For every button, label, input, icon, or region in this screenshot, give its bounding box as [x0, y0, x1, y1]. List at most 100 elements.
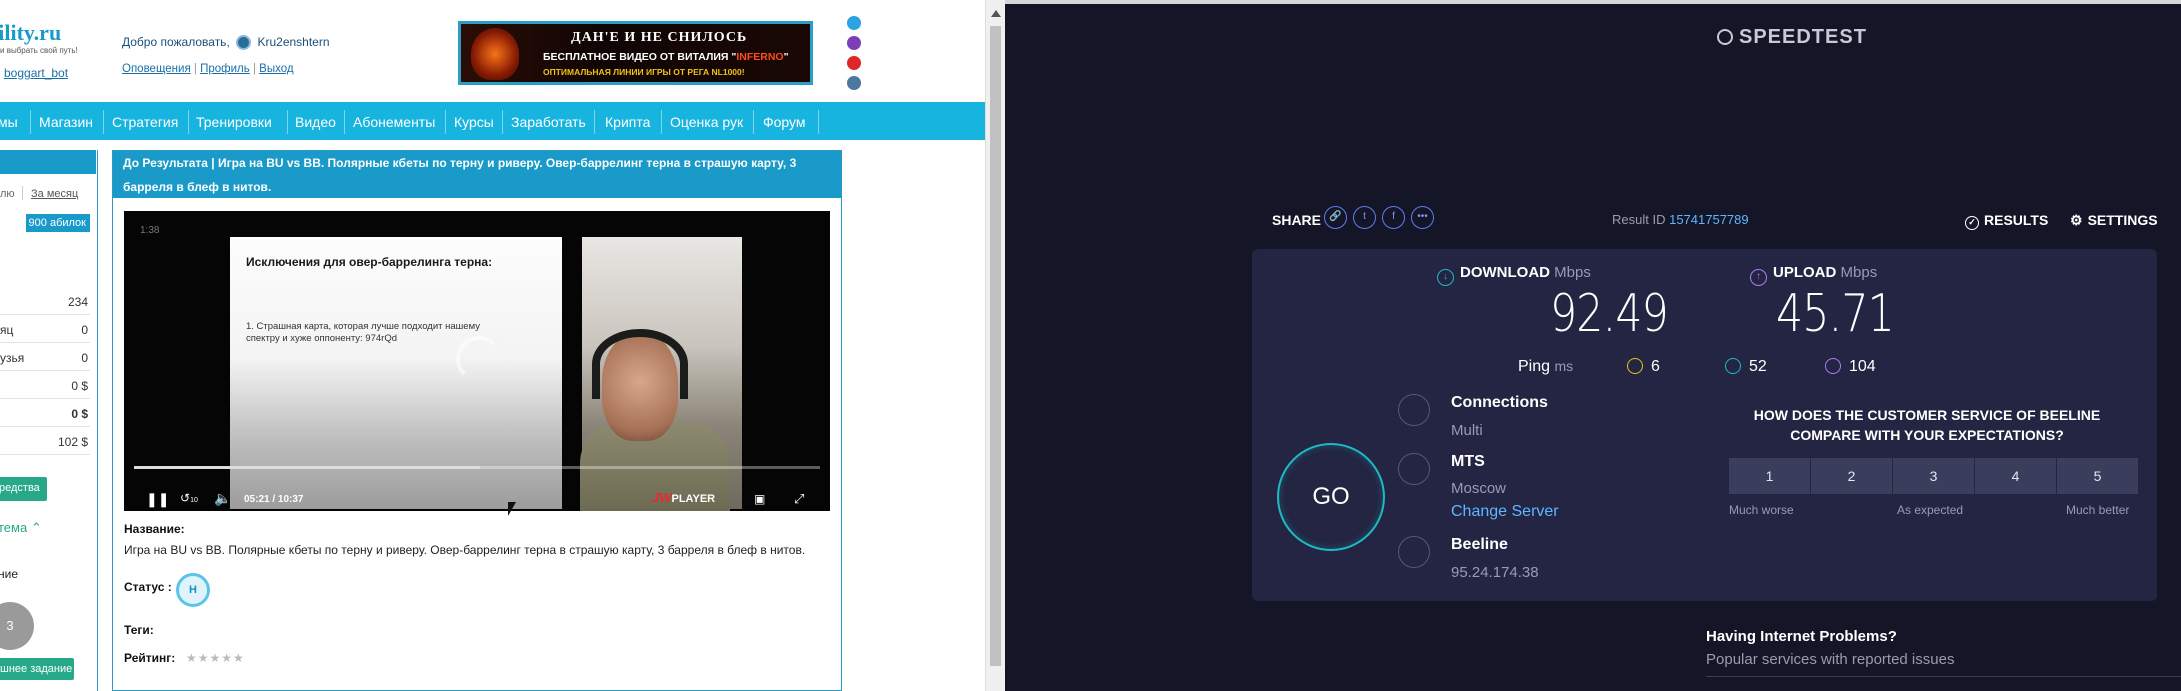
sidebar-header [0, 150, 96, 174]
slide-title: Исключения для овер-баррелинга терна: [246, 255, 493, 269]
gauge-icon [1717, 29, 1733, 45]
nav-courses[interactable]: Курсы [454, 114, 494, 130]
ping-upload: 104 [1825, 358, 1876, 376]
help-title: Having Internet Problems? [1706, 628, 1897, 645]
rating-option-5[interactable]: 5 [2057, 458, 2138, 494]
pip-icon[interactable]: ▣ [754, 492, 765, 506]
help-subtitle[interactable]: Popular services with reported issues [1706, 651, 1954, 668]
browser-left-pane: bility.ru и выбрать свой путь! boggart_b… [0, 0, 985, 691]
video-player[interactable]: 1:38 Исключения для овер-баррелинга терн… [124, 211, 830, 511]
nav-forum[interactable]: Форум [763, 114, 806, 130]
logo-tagline: и выбрать свой путь! [0, 46, 78, 55]
twitch-icon[interactable] [847, 36, 861, 50]
ping-download-icon [1725, 358, 1741, 374]
sidebar-period-week[interactable]: лю [0, 188, 15, 200]
ping-idle-icon [1627, 358, 1643, 374]
result-id-link[interactable]: 15741757789 [1669, 212, 1749, 227]
page-title: До Результата | Игра на BU vs BB. Полярн… [113, 151, 841, 198]
youtube-icon[interactable] [847, 56, 861, 70]
topic-toggle[interactable]: тема ⌃ [0, 520, 42, 536]
nav-strategy[interactable]: Стратегия [112, 114, 178, 130]
name-value: Игра на BU vs BB. Полярные кбеты по терн… [124, 543, 806, 557]
main-nav: мы Магазин Стратегия Тренировки Видео Аб… [0, 102, 985, 140]
welcome-text: Добро пожаловать, Kru2enshtern [122, 35, 330, 51]
video-time: 05:21 / 10:37 [244, 494, 304, 505]
volume-icon[interactable]: 🔈 [214, 490, 231, 507]
nav-shop[interactable]: Магазин [39, 114, 93, 130]
speedtest-logo[interactable]: SPEEDTEST [1717, 26, 1867, 49]
results-button[interactable]: ✓ RESULTS [1965, 212, 2048, 230]
sidebar-stat-row: 234 [0, 287, 90, 315]
rating-option-4[interactable]: 4 [1975, 458, 2056, 494]
nav-video[interactable]: Видео [295, 114, 336, 130]
banner-line2: БЕСПЛАТНОЕ ВИДЕО ОТ ВИТАЛИЯ "INFERNO" [543, 51, 789, 63]
sidebar-stat-row: узья 0 [0, 343, 90, 371]
user-avatar-icon [236, 35, 252, 51]
isp-ip: 95.24.174.38 [1451, 564, 1539, 581]
welcome-label: Добро пожаловать, [122, 35, 230, 49]
rating-option-1[interactable]: 1 [1729, 458, 1810, 494]
status-badge: Н [176, 573, 210, 607]
pause-icon[interactable]: ❚❚ [146, 491, 169, 508]
logout-link[interactable]: Выход [259, 63, 293, 75]
change-server-link[interactable]: Change Server [1451, 503, 1559, 521]
upload-header: ↑ UPLOAD Mbps [1750, 264, 1877, 286]
site-logo[interactable]: bility.ru [0, 20, 61, 46]
rating-option-3[interactable]: 3 [1893, 458, 1974, 494]
nav-earn[interactable]: Заработать [511, 114, 586, 130]
rewind-10-icon[interactable]: ↺10 [180, 491, 198, 505]
username[interactable]: Kru2enshtern [257, 35, 329, 49]
vk-icon[interactable] [847, 76, 861, 90]
video-progress-fill [134, 466, 481, 469]
sidebar-stat-row: 0 $ [0, 371, 90, 399]
jwplayer-logo[interactable]: JWPLAYER [652, 490, 715, 505]
sidebar-stat-row: 0 $ [0, 399, 90, 427]
loading-spinner-icon [456, 336, 502, 382]
mouse-cursor-icon [508, 502, 516, 516]
nav-training[interactable]: Тренировки [196, 114, 272, 130]
rating-option-2[interactable]: 2 [1811, 458, 1892, 494]
rating-label: Рейтинг: [124, 651, 176, 665]
alerts-link[interactable]: Оповещения [122, 63, 191, 75]
nav-hand-review[interactable]: Оценка рук [670, 114, 743, 130]
homework-button[interactable]: шнее задание [0, 658, 74, 680]
twitter-icon[interactable]: t [1353, 206, 1376, 229]
funds-button[interactable]: редства [0, 477, 47, 501]
tags-label: Теги: [124, 623, 154, 637]
download-icon: ↓ [1437, 269, 1454, 286]
connections-icon [1398, 394, 1430, 426]
sidebar-stat-row: яц 0 [0, 315, 90, 343]
gear-icon: ⚙ [2070, 212, 2083, 228]
telegram-icon[interactable] [847, 16, 861, 30]
promo-banner[interactable]: ДАН'Е И НЕ СНИЛОСЬ БЕСПЛАТНОЕ ВИДЕО ОТ В… [458, 21, 813, 85]
bot-link[interactable]: boggart_bot [4, 66, 68, 80]
rating-stars[interactable]: ★★★★★ [186, 651, 245, 665]
nav-item[interactable]: мы [0, 114, 18, 130]
go-button[interactable]: GO [1277, 443, 1385, 551]
balance-badge: 900 абилок [26, 214, 90, 232]
sidebar-period-month[interactable]: За месяц [31, 188, 78, 200]
survey-question: HOW DOES THE CUSTOMER SERVICE OF BEELINE… [1753, 407, 2101, 443]
fullscreen-icon[interactable]: ⤢ [794, 491, 804, 507]
result-id: Result ID 15741757789 [1612, 212, 1749, 227]
rating-label-mid: As expected [1897, 503, 1964, 517]
connections-value[interactable]: Multi [1451, 422, 1483, 439]
upload-value: 45.71 [1776, 284, 1895, 344]
video-overlay-time: 1:38 [140, 225, 160, 236]
nav-crypto[interactable]: Крипта [605, 114, 650, 130]
scroll-thumb[interactable] [990, 26, 1001, 666]
video-progress-bar[interactable] [134, 466, 820, 469]
link-icon[interactable]: 🔗 [1324, 206, 1347, 229]
facebook-icon[interactable]: f [1382, 206, 1405, 229]
settings-button[interactable]: ⚙ SETTINGS [2070, 212, 2158, 229]
banner-line3: ОПТИМАЛЬНАЯ ЛИНИИ ИГРЫ ОТ РЕГА NL1000! [543, 67, 745, 77]
share-label: SHARE [1272, 212, 1322, 228]
nav-subscriptions[interactable]: Абонементы [353, 114, 435, 130]
more-icon[interactable]: ••• [1411, 206, 1434, 229]
rating-label-low: Much worse [1729, 503, 1794, 517]
download-header: ↓ DOWNLOAD Mbps [1437, 264, 1591, 286]
chevron-up-icon: ⌃ [30, 520, 42, 535]
scroll-up-arrow-icon[interactable] [991, 10, 1001, 17]
vertical-scrollbar[interactable] [985, 0, 1005, 691]
profile-link[interactable]: Профиль [200, 63, 250, 75]
